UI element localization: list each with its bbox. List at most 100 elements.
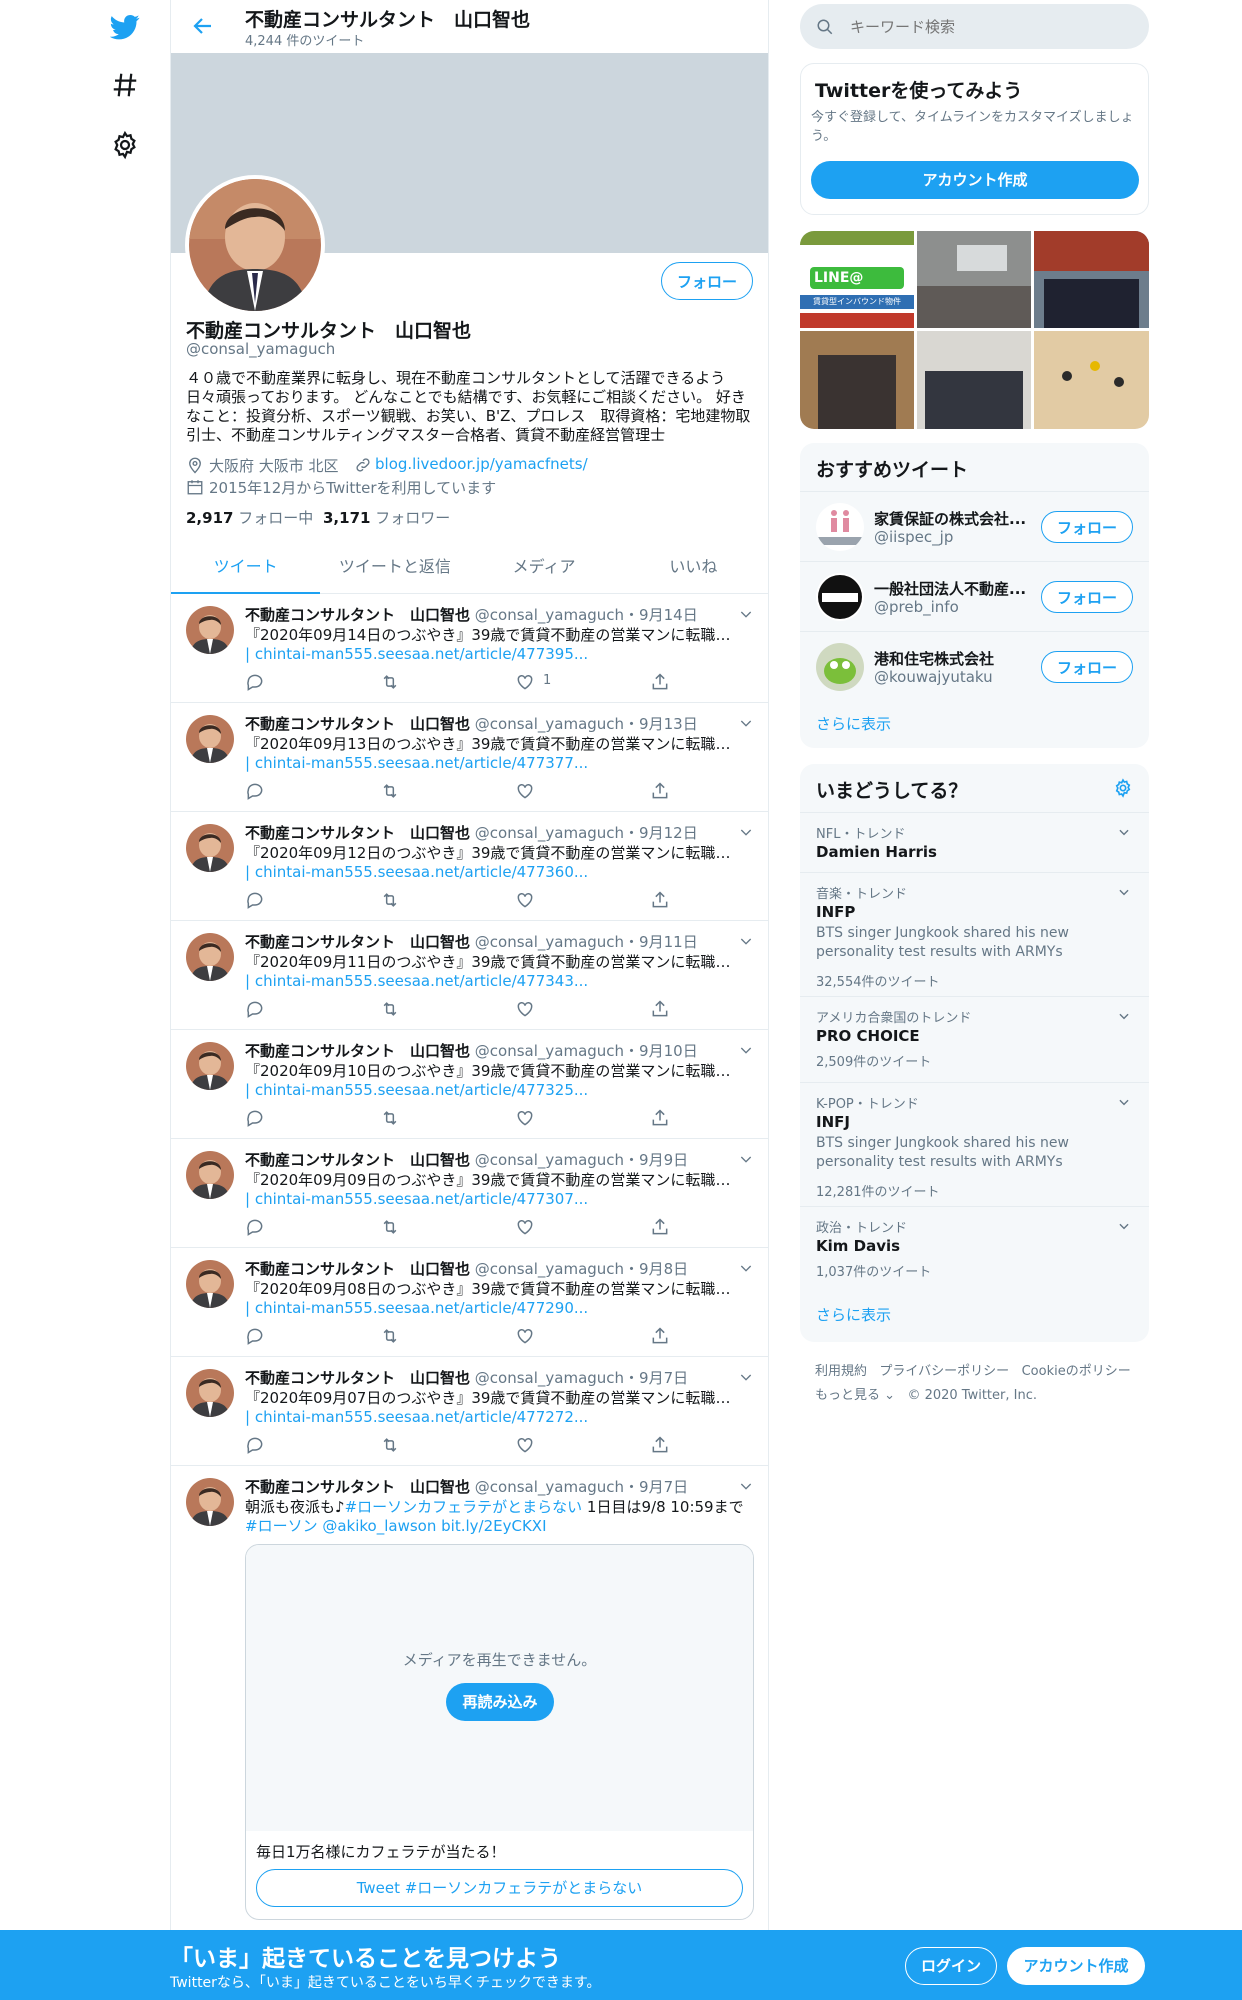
chevron-down-icon[interactable] [738,1042,754,1058]
search-box[interactable] [800,4,1149,49]
share-icon[interactable] [650,672,670,692]
reply-icon[interactable] [245,890,265,910]
reload-button[interactable]: 再読み込み [446,1683,554,1721]
share-icon[interactable] [650,781,670,801]
recommend-user[interactable]: 一般社団法人不動産... @preb_info フォロー [800,561,1149,631]
chevron-down-icon[interactable] [738,1260,754,1276]
mention-link[interactable]: @akiko_lawson [322,1517,436,1535]
media-tweet[interactable]: 不動産コンサルタント 山口智也 @consal_yamaguch・9月7日 朝派… [171,1466,768,1930]
trend-name[interactable]: PRO CHOICE [816,1027,920,1045]
tweet-link[interactable]: | chintai-man555.seesaa.net/article/4772… [245,1408,588,1426]
login-button[interactable]: ログイン [905,1947,997,1985]
like-icon[interactable] [515,999,535,1019]
tweet-item[interactable]: 不動産コンサルタント 山口智也 @consal_yamaguch・9月14日 『2… [171,594,768,703]
share-icon[interactable] [650,1435,670,1455]
tweet-avatar[interactable] [186,715,234,763]
chevron-down-icon[interactable] [1117,885,1131,899]
footer-more-link[interactable]: もっと見る [815,1388,880,1403]
tab-tweets[interactable]: ツイート [171,540,321,594]
retweet-icon[interactable] [380,781,400,801]
like-icon[interactable] [515,672,535,692]
share-icon[interactable] [650,1108,670,1128]
follow-button[interactable]: フォロー [661,262,753,300]
tab-likes[interactable]: いいね [619,540,768,593]
hashtag-icon[interactable] [110,70,140,100]
retweet-icon[interactable] [380,1326,400,1346]
tweet-avatar[interactable] [186,1042,234,1090]
reply-icon[interactable] [245,1435,265,1455]
trend-item[interactable]: NFL・トレンド Damien Harris [800,812,1149,872]
tweet-link[interactable]: | chintai-man555.seesaa.net/article/4772… [245,1299,588,1317]
tweet-avatar[interactable] [186,824,234,872]
gear-icon[interactable] [110,130,140,160]
recommend-name[interactable]: 家賃保証の株式会社... [874,508,1026,529]
tweet-item[interactable]: 不動産コンサルタント 山口智也 @consal_yamaguch・9月12日 『2… [171,812,768,921]
search-input[interactable] [850,14,1130,39]
retweet-icon[interactable] [380,1217,400,1237]
tweet-author-name[interactable]: 不動産コンサルタント 山口智也 [245,715,470,733]
back-arrow-icon[interactable] [191,14,215,38]
tweet-avatar[interactable] [186,933,234,981]
profile-avatar[interactable] [185,175,325,315]
tweet-item[interactable]: 不動産コンサルタント 山口智也 @consal_yamaguch・9月8日 『20… [171,1248,768,1357]
tweet-item[interactable]: 不動産コンサルタント 山口智也 @consal_yamaguch・9月11日 『2… [171,921,768,1030]
trend-name[interactable]: INFJ [816,1113,850,1131]
trend-item[interactable]: K-POP・トレンド INFJ BTS singer Jungkook shared… [800,1082,1149,1206]
create-account-button[interactable]: アカウント作成 [811,161,1139,199]
recommend-avatar[interactable] [816,573,864,621]
tweet-link[interactable]: | chintai-man555.seesaa.net/article/4773… [245,754,588,772]
trend-item[interactable]: 政治・トレンド Kim Davis 1,037件のツイート [800,1206,1149,1292]
like-icon[interactable] [515,1326,535,1346]
chevron-down-icon[interactable] [738,1478,754,1494]
trends-gear-icon[interactable] [1113,778,1133,798]
tweet-item[interactable]: 不動産コンサルタント 山口智也 @consal_yamaguch・9月10日 『2… [171,1030,768,1139]
chevron-down-icon[interactable] [738,1151,754,1167]
following-link[interactable]: 2,917 フォロー中 [186,507,313,528]
recommend-name[interactable]: 港和住宅株式会社 [874,648,994,669]
trend-name[interactable]: Damien Harris [816,843,937,861]
reply-icon[interactable] [245,672,265,692]
recommend-user[interactable]: 港和住宅株式会社 @kouwajyutaku フォロー [800,631,1149,701]
chevron-down-icon[interactable] [1117,1009,1131,1023]
like-icon[interactable] [515,890,535,910]
footer-cookie-link[interactable]: Cookieのポリシー [1022,1364,1131,1379]
media-thumb[interactable] [1034,231,1149,328]
short-link[interactable]: bit.ly/2EyCKXI [441,1517,546,1535]
tweet-link[interactable]: | chintai-man555.seesaa.net/article/4773… [245,863,588,881]
tweet-item[interactable]: 不動産コンサルタント 山口智也 @consal_yamaguch・9月13日 『2… [171,703,768,812]
followers-link[interactable]: 3,171 フォロワー [323,507,450,528]
like-icon[interactable] [515,1435,535,1455]
reply-icon[interactable] [245,781,265,801]
recommend-avatar[interactable] [816,503,864,551]
media-thumb[interactable]: LINE@ 賃貸型インバウンド物件 [800,231,914,328]
reply-icon[interactable] [245,999,265,1019]
tweet-author-name[interactable]: 不動産コンサルタント 山口智也 [245,1478,470,1496]
chevron-down-icon[interactable] [1117,1095,1131,1109]
chevron-down-icon[interactable] [738,933,754,949]
chevron-down-icon[interactable] [738,824,754,840]
trend-item[interactable]: アメリカ合衆国のトレンド PRO CHOICE 2,509件のツイート [800,996,1149,1082]
tweet-link[interactable]: | chintai-man555.seesaa.net/article/4773… [245,972,588,990]
recommend-follow-button[interactable]: フォロー [1041,581,1133,613]
media-thumb[interactable] [800,331,914,429]
media-thumb[interactable] [1034,331,1149,429]
tweet-item[interactable]: 不動産コンサルタント 山口智也 @consal_yamaguch・9月7日 『20… [171,1357,768,1466]
tweet-author-name[interactable]: 不動産コンサルタント 山口智也 [245,1042,470,1060]
tweet-author-name[interactable]: 不動産コンサルタント 山口智也 [245,1260,470,1278]
tweet-author-name[interactable]: 不動産コンサルタント 山口智也 [245,1369,470,1387]
reply-icon[interactable] [245,1217,265,1237]
retweet-icon[interactable] [380,1435,400,1455]
like-icon[interactable] [515,781,535,801]
chevron-down-icon[interactable] [738,606,754,622]
media-thumb[interactable] [917,331,1031,429]
tweet-link[interactable]: | chintai-man555.seesaa.net/article/4773… [245,1081,588,1099]
tweet-item[interactable]: 不動産コンサルタント 山口智也 @consal_yamaguch・9月9日 『20… [171,1139,768,1248]
chevron-down-icon[interactable] [738,715,754,731]
share-icon[interactable] [650,1326,670,1346]
trend-name[interactable]: INFP [816,903,855,921]
like-icon[interactable] [515,1217,535,1237]
bottom-create-account-button[interactable]: アカウント作成 [1007,1947,1145,1985]
twitter-logo-icon[interactable] [110,12,140,42]
trend-item[interactable]: 音楽・トレンド INFP BTS singer Jungkook shared hi… [800,872,1149,996]
tweet-author-name[interactable]: 不動産コンサルタント 山口智也 [245,1151,470,1169]
